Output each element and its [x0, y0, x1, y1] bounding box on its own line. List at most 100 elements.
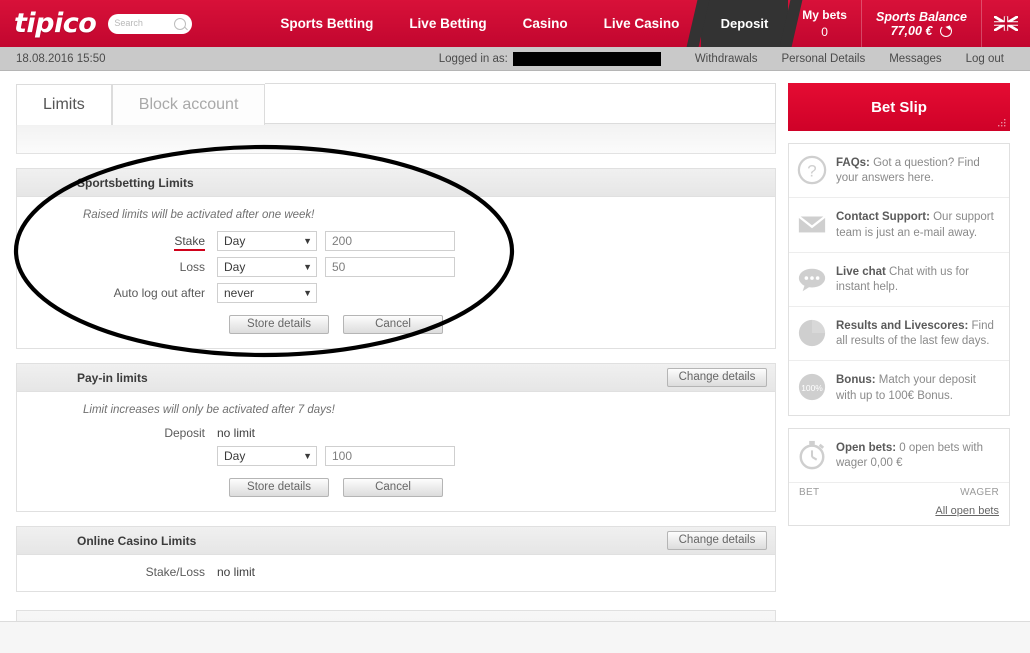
balance-label: Sports Balance	[875, 9, 967, 24]
casino-stakeloss-row: Stake/Loss no limit	[17, 565, 775, 579]
stake-period-select[interactable]: Day ▼	[217, 231, 317, 251]
info-item-bonus-text: Bonus: Match your deposit with up to 100…	[836, 372, 999, 403]
online-casino-limits-body: Stake/Loss no limit	[17, 555, 775, 591]
info-item-faqs[interactable]: ? FAQs: Got a question? Find your answer…	[789, 144, 1009, 199]
online-casino-limits-header: Online Casino Limits Change details	[17, 527, 775, 555]
bet-column-header: BET	[799, 487, 820, 499]
logo-area: tipico Search	[0, 10, 193, 37]
payin-note: Limit increases will only be activated a…	[83, 404, 335, 416]
open-bets-row[interactable]: Open bets: 0 open bets with wager 0,00 €	[789, 429, 1009, 482]
sportsbetting-cancel-button[interactable]: Cancel	[343, 315, 443, 334]
sportsbetting-note: Raised limits will be activated after on…	[83, 209, 315, 221]
loss-period-select[interactable]: Day ▼	[217, 257, 317, 277]
stake-amount-input[interactable]: 200	[325, 231, 455, 251]
payin-amount-value: 100	[332, 449, 353, 463]
tab-bar: Limits Block account	[16, 83, 776, 125]
nav-item-live-casino[interactable]: Live Casino	[586, 0, 698, 47]
envelope-icon	[798, 215, 826, 233]
open-bets-columns: BET WAGER	[789, 482, 1009, 501]
payin-change-details-button[interactable]: Change details	[667, 368, 767, 387]
tab-block-account[interactable]: Block account	[111, 84, 266, 125]
info-item-results-bold: Results and Livescores:	[836, 320, 969, 333]
my-bets-label: My bets	[802, 8, 847, 23]
refresh-icon[interactable]	[940, 24, 953, 37]
stopwatch-icon	[799, 440, 825, 470]
stake-label: Stake	[17, 234, 217, 251]
datetime-label: 18.08.2016 15:50	[16, 52, 106, 65]
svg-text:100%: 100%	[801, 383, 823, 393]
info-item-bonus[interactable]: 100% Bonus: Match your deposit with up t…	[789, 361, 1009, 414]
deposit-button[interactable]: Deposit	[700, 0, 789, 47]
sportsbetting-store-details-button[interactable]: Store details	[229, 315, 329, 334]
sportsbetting-limits-header: Sportsbetting Limits	[17, 169, 775, 197]
link-personal-details[interactable]: Personal Details	[769, 53, 877, 65]
bet-slip-header[interactable]: Bet Slip	[788, 83, 1010, 131]
sports-balance-widget[interactable]: Sports Balance 77,00 €	[860, 0, 981, 47]
stake-amount-value: 200	[332, 234, 353, 248]
page-content: Limits Block account Sportsbetting Limit…	[0, 71, 1030, 650]
open-bets-text: Open bets: 0 open bets with wager 0,00 €	[836, 440, 999, 471]
chevron-down-icon: ▼	[303, 288, 312, 298]
bet-slip-label: Bet Slip	[871, 98, 927, 116]
subbar-links: Withdrawals Personal Details Messages Lo…	[683, 53, 1030, 65]
language-selector[interactable]	[981, 0, 1030, 47]
percent-100-icon: 100%	[798, 374, 826, 401]
sportsbetting-limits-panel: Sportsbetting Limits Raised limits will …	[16, 168, 776, 349]
nav-item-live-betting[interactable]: Live Betting	[391, 0, 504, 47]
payin-period-select[interactable]: Day ▼	[217, 446, 317, 466]
nav-item-casino[interactable]: Casino	[505, 0, 586, 47]
nav-item-sports-betting[interactable]: Sports Betting	[262, 0, 391, 47]
page-root: tipico Search Sports Betting Live Bettin…	[0, 0, 1030, 653]
payin-cancel-button[interactable]: Cancel	[343, 478, 443, 497]
payin-limits-panel: Pay-in limits Change details Limit incre…	[16, 363, 776, 512]
search-icon[interactable]	[174, 17, 187, 30]
open-bets-bold: Open bets:	[836, 441, 897, 454]
link-log-out[interactable]: Log out	[954, 53, 1016, 65]
main-navigation: Sports Betting Live Betting Casino Live …	[262, 0, 697, 47]
loss-amount-value: 50	[332, 260, 346, 274]
question-mark-icon: ?	[797, 155, 827, 185]
footer-band	[0, 622, 1030, 653]
sportsbetting-limits-body: Raised limits will be activated after on…	[17, 197, 775, 348]
sportsbetting-limits-title: Sportsbetting Limits	[77, 175, 194, 190]
payin-amount-input[interactable]: 100	[325, 446, 455, 466]
svg-text:?: ?	[807, 162, 816, 181]
stake-period-value: Day	[224, 234, 246, 248]
info-item-faqs-bold: FAQs:	[836, 157, 870, 169]
username-redacted	[512, 51, 661, 66]
all-open-bets-row: All open bets	[789, 501, 1009, 525]
payin-store-details-button[interactable]: Store details	[229, 478, 329, 497]
search-input[interactable]: Search	[108, 13, 193, 34]
tab-limits[interactable]: Limits	[16, 84, 112, 125]
main-column: Limits Block account Sportsbetting Limit…	[16, 83, 776, 650]
link-messages[interactable]: Messages	[877, 53, 953, 65]
auto-logout-row: Auto log out after never ▼	[17, 283, 775, 303]
info-item-chat-text: Live chat Chat with us for instant help.	[836, 264, 999, 295]
tipico-logo[interactable]: tipico	[14, 10, 97, 37]
info-item-contact-support[interactable]: Contact Support: Our support team is jus…	[789, 198, 1009, 253]
info-item-results-text: Results and Livescores: Find all results…	[836, 318, 999, 349]
casino-change-details-button[interactable]: Change details	[667, 531, 767, 550]
info-card: ? FAQs: Got a question? Find your answer…	[788, 143, 1010, 416]
sub-navigation-bar: 18.08.2016 15:50 Logged in as: Withdrawa…	[0, 47, 1030, 71]
sportsbetting-button-row: Store details Cancel	[17, 315, 775, 334]
resize-grip-icon[interactable]	[997, 119, 1006, 128]
info-item-results[interactable]: Results and Livescores: Find all results…	[789, 307, 1009, 362]
link-withdrawals[interactable]: Withdrawals	[683, 53, 770, 65]
info-item-live-chat[interactable]: Live chat Chat with us for instant help.	[789, 253, 1009, 308]
sidebar: Bet Slip ? FAQs: Got a question? Find yo	[788, 83, 1010, 650]
logged-in-area: Logged in as:	[439, 51, 661, 66]
auto-logout-select[interactable]: never ▼	[217, 283, 317, 303]
online-casino-limits-title: Online Casino Limits	[77, 533, 197, 548]
auto-logout-value: never	[224, 286, 255, 300]
loss-amount-input[interactable]: 50	[325, 257, 455, 277]
balance-amount: 77,00 €	[890, 23, 933, 38]
my-bets-count: 0	[821, 24, 828, 39]
info-item-faqs-text: FAQs: Got a question? Find your answers …	[836, 155, 999, 186]
casino-stakeloss-value: no limit	[217, 565, 256, 579]
open-bets-card: Open bets: 0 open bets with wager 0,00 €…	[788, 427, 1010, 527]
info-item-contact-bold: Contact Support:	[836, 211, 930, 224]
wager-column-header: WAGER	[960, 487, 999, 499]
all-open-bets-link[interactable]: All open bets	[935, 505, 999, 517]
top-header: tipico Search Sports Betting Live Bettin…	[0, 0, 1030, 47]
